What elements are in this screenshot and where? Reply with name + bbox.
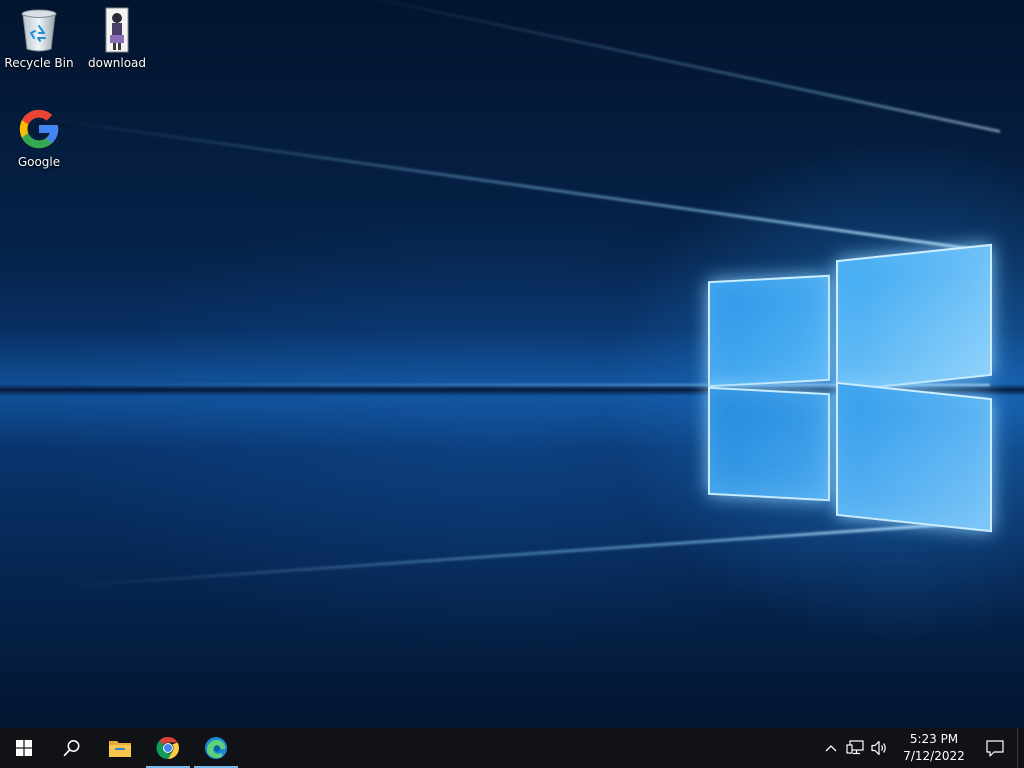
start-button[interactable]	[0, 728, 48, 768]
chrome-taskbar-button[interactable]	[144, 728, 192, 768]
desktop[interactable]: Recycle Bin download Google	[0, 0, 1024, 728]
clock-time: 5:23 PM	[909, 732, 959, 746]
edge-icon	[205, 737, 227, 759]
google-icon	[15, 105, 63, 153]
desktop-icon-label: Google	[17, 155, 61, 169]
folder-icon	[109, 741, 131, 757]
chevron-up-icon	[825, 745, 837, 752]
search-icon	[63, 740, 80, 757]
windows-logo-icon	[16, 740, 32, 756]
wallpaper-logo-pane	[836, 381, 992, 533]
wallpaper-logo-pane	[708, 386, 830, 502]
show-hidden-icons-button[interactable]	[819, 728, 843, 768]
edge-taskbar-button[interactable]	[192, 728, 240, 768]
action-center-button[interactable]	[973, 728, 1017, 768]
clock-date: 7/12/2022	[903, 749, 965, 763]
wallpaper-beam	[49, 117, 991, 253]
desktop-icon-recycle-bin[interactable]: Recycle Bin	[1, 6, 77, 70]
chrome-icon	[156, 736, 179, 760]
volume-icon	[871, 740, 886, 756]
search-button[interactable]	[48, 728, 96, 768]
image-file-icon	[93, 6, 141, 54]
desktop-icon-label: Recycle Bin	[4, 56, 74, 70]
recycle-bin-icon	[15, 6, 63, 54]
system-tray: 5:23 PM 7/12/2022	[819, 728, 1024, 768]
wallpaper-logo-pane	[836, 243, 992, 393]
notification-icon	[986, 739, 1004, 757]
show-desktop-button[interactable]	[1017, 728, 1024, 768]
volume-button[interactable]	[867, 728, 891, 768]
desktop-icon-label: download	[87, 56, 147, 70]
desktop-icon-download[interactable]: download	[79, 6, 155, 70]
clock[interactable]: 5:23 PM 7/12/2022	[895, 731, 973, 765]
wallpaper-beam	[334, 0, 1001, 133]
wallpaper-logo-pane	[708, 274, 830, 388]
network-icon	[846, 740, 864, 755]
network-button[interactable]	[843, 728, 867, 768]
file-explorer-button[interactable]	[96, 728, 144, 768]
taskbar: 5:23 PM 7/12/2022	[0, 728, 1024, 768]
desktop-icon-google[interactable]: Google	[1, 105, 77, 169]
wallpaper-beam	[62, 520, 991, 588]
